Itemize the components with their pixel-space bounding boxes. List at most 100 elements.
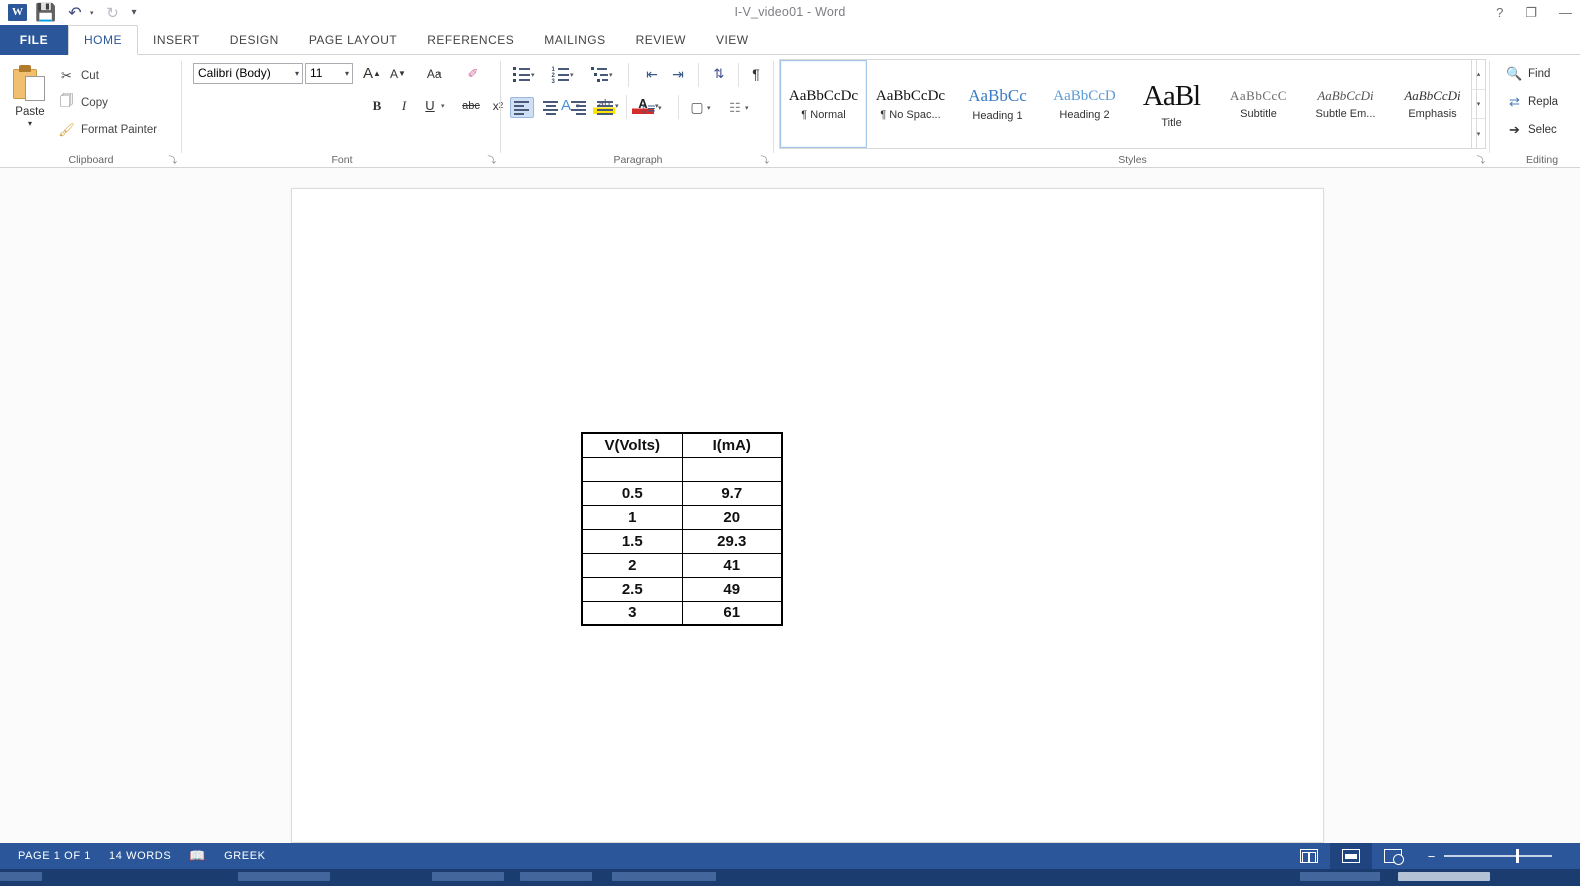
table-cell[interactable] [681, 456, 783, 482]
increase-indent-button[interactable]: ⇥ [666, 64, 690, 84]
underline-dropdown-icon[interactable]: ▾ [441, 102, 445, 110]
document-page[interactable]: V(Volts) I(mA) 0.5 9.7 1 20 1.5 29.3 2 41 2.5 49 3 61 [291, 188, 1324, 843]
align-center-button[interactable] [538, 97, 562, 118]
style-item-subtitle[interactable]: AaBbCcC Subtitle [1215, 60, 1302, 148]
minimize-icon[interactable]: — [1559, 5, 1572, 20]
tab-insert[interactable]: INSERT [138, 25, 215, 55]
clear-formatting-button[interactable]: ✐ [461, 63, 485, 84]
font-size-input[interactable]: 11 ▾ [305, 63, 353, 84]
font-name-dropdown-icon[interactable]: ▾ [295, 64, 299, 83]
table-header-cell[interactable]: V(Volts) [581, 432, 683, 458]
table-cell[interactable]: 1 [581, 504, 683, 530]
change-case-button[interactable]: Aa ▾ [417, 63, 451, 84]
style-item-no-spac[interactable]: AaBbCcDc ¶ No Spac... [867, 60, 954, 148]
borders-button[interactable]: ☷ [724, 97, 746, 118]
paste-dropdown-icon[interactable]: ▾ [28, 119, 32, 128]
numbering-dropdown-icon[interactable]: ▾ [570, 71, 574, 79]
table-cell[interactable]: 41 [681, 552, 783, 578]
line-spacing-button[interactable]: ↕≡ [636, 97, 660, 118]
word-count[interactable]: 14 WORDS [109, 850, 171, 862]
redo-icon[interactable]: ↻ [103, 3, 123, 23]
show-formatting-marks-button[interactable]: ¶ [746, 63, 766, 84]
table-cell[interactable]: 20 [681, 504, 783, 530]
align-right-button[interactable] [565, 97, 589, 118]
table-cell[interactable]: 0.5 [581, 480, 683, 506]
zoom-track[interactable] [1444, 849, 1552, 863]
tab-references[interactable]: REFERENCES [412, 25, 529, 55]
style-item-subtle-em[interactable]: AaBbCcDi Subtle Em... [1302, 60, 1389, 148]
multilevel-list-button[interactable] [588, 64, 610, 84]
shading-button[interactable]: ▢ [686, 97, 708, 118]
strikethrough-button[interactable]: abc [458, 95, 484, 116]
style-item-heading-2[interactable]: AaBbCcD Heading 2 [1041, 60, 1128, 148]
justify-button[interactable] [592, 97, 616, 118]
language-indicator[interactable]: GREEK [224, 850, 266, 862]
bold-button[interactable]: B [366, 95, 388, 116]
styles-more-icon[interactable]: ▾ [1472, 119, 1485, 148]
grow-font-button[interactable]: A ▲ [361, 63, 383, 84]
undo-icon[interactable]: ↶ [65, 3, 85, 23]
taskbar-item[interactable] [238, 872, 330, 881]
table-cell[interactable]: 3 [581, 600, 683, 626]
taskbar-item[interactable] [432, 872, 504, 881]
align-left-button[interactable] [510, 97, 534, 118]
multilevel-dropdown-icon[interactable]: ▾ [609, 71, 613, 79]
font-size-dropdown-icon[interactable]: ▾ [345, 64, 349, 83]
tab-file[interactable]: FILE [0, 25, 68, 55]
line-spacing-dropdown-icon[interactable]: ▾ [658, 104, 662, 112]
style-item-emphasis[interactable]: AaBbCcDi Emphasis [1389, 60, 1476, 148]
italic-button[interactable]: I [393, 95, 415, 116]
document-area[interactable]: V(Volts) I(mA) 0.5 9.7 1 20 1.5 29.3 2 41 2.5 49 3 61 [0, 168, 1580, 843]
taskbar-item[interactable] [1300, 872, 1380, 881]
cut-button[interactable]: ✂ Cut [58, 67, 99, 84]
table-cell[interactable]: 2 [581, 552, 683, 578]
style-item-heading-1[interactable]: AaBbCc Heading 1 [954, 60, 1041, 148]
web-layout-button[interactable] [1372, 843, 1414, 869]
style-item-normal[interactable]: AaBbCcDc ¶ Normal [780, 60, 867, 148]
tab-mailings[interactable]: MAILINGS [529, 25, 620, 55]
ribbon-display-options-icon[interactable]: ❐ [1525, 5, 1537, 21]
taskbar-item[interactable] [1398, 872, 1490, 881]
sort-button[interactable]: ⇅ [708, 63, 730, 84]
tab-review[interactable]: REVIEW [621, 25, 701, 55]
font-dialog-launcher[interactable]: ⤵ [487, 154, 496, 166]
zoom-thumb[interactable] [1516, 849, 1519, 863]
styles-dialog-launcher[interactable]: ⤵ [1476, 154, 1485, 166]
font-name-input[interactable]: Calibri (Body) ▾ [193, 63, 303, 84]
copy-button[interactable]: 🗍 Copy [58, 93, 108, 111]
read-mode-button[interactable] [1288, 843, 1330, 869]
find-button[interactable]: 🔍 Find [1506, 65, 1550, 82]
iv-data-table[interactable]: V(Volts) I(mA) 0.5 9.7 1 20 1.5 29.3 2 41 2.5 49 3 61 [581, 432, 783, 626]
tab-home[interactable]: HOME [68, 25, 138, 55]
tab-page-layout[interactable]: PAGE LAYOUT [294, 25, 412, 55]
page-indicator[interactable]: PAGE 1 OF 1 [18, 850, 91, 862]
paste-button[interactable]: Paste ▾ [8, 61, 52, 145]
table-cell[interactable] [581, 456, 683, 482]
taskbar-item[interactable] [520, 872, 592, 881]
clipboard-dialog-launcher[interactable]: ⤵ [168, 154, 177, 166]
undo-dropdown-icon[interactable]: ▾ [90, 9, 94, 17]
underline-button[interactable]: U [419, 95, 441, 116]
format-painter-button[interactable]: 🖌 Format Painter [58, 121, 157, 138]
shading-dropdown-icon[interactable]: ▾ [707, 104, 711, 112]
bullets-dropdown-icon[interactable]: ▾ [531, 71, 535, 79]
customize-qat-icon[interactable]: ▾ [132, 7, 137, 18]
table-cell[interactable]: 2.5 [581, 576, 683, 602]
table-cell[interactable]: 61 [681, 600, 783, 626]
shrink-font-button[interactable]: A ▼ [387, 63, 409, 84]
tab-design[interactable]: DESIGN [215, 25, 294, 55]
save-icon[interactable]: 💾 [35, 3, 56, 23]
zoom-out-button[interactable]: − [1426, 849, 1437, 864]
table-cell[interactable]: 49 [681, 576, 783, 602]
proofing-errors-icon[interactable]: 📖 [189, 848, 206, 864]
help-icon[interactable]: ? [1496, 5, 1503, 20]
borders-dropdown-icon[interactable]: ▾ [745, 104, 749, 112]
table-header-cell[interactable]: I(mA) [681, 432, 783, 458]
numbering-button[interactable]: 1 2 3 [549, 64, 571, 85]
zoom-slider[interactable]: − [1426, 849, 1570, 864]
styles-scroll-down-icon[interactable]: ▾ [1472, 90, 1485, 120]
table-cell[interactable]: 9.7 [681, 480, 783, 506]
taskbar-item[interactable] [612, 872, 716, 881]
styles-scroll-up-icon[interactable]: ▴ [1472, 60, 1485, 90]
paragraph-dialog-launcher[interactable]: ⤵ [760, 154, 769, 166]
